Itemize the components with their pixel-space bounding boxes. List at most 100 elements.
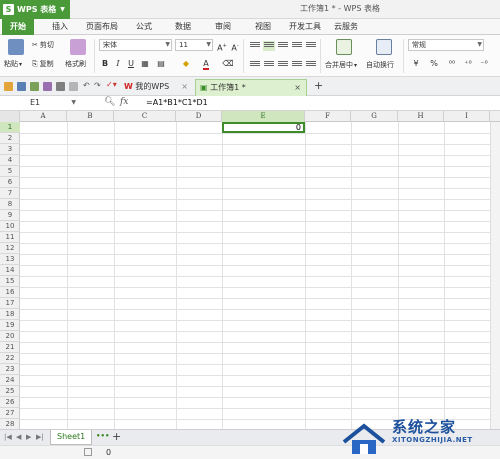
active-cell-e1[interactable]: 0: [222, 122, 305, 133]
italic-button[interactable]: I: [112, 58, 124, 70]
row-header[interactable]: 10: [0, 221, 20, 232]
row-header[interactable]: 3: [0, 144, 20, 155]
bold-button[interactable]: B: [99, 58, 111, 70]
font-color-button[interactable]: A: [200, 58, 212, 70]
row-header[interactable]: 15: [0, 276, 20, 287]
row-header[interactable]: 14: [0, 265, 20, 276]
row-header[interactable]: 23: [0, 364, 20, 375]
row-header-selected[interactable]: 1: [0, 122, 20, 133]
copy-button[interactable]: ⎘ 复制: [32, 59, 54, 69]
grow-font-button[interactable]: A+: [216, 40, 228, 53]
shrink-font-button[interactable]: A-: [229, 40, 241, 53]
column-header[interactable]: B: [67, 111, 114, 122]
tab-view[interactable]: 视图: [247, 19, 279, 35]
tab-insert[interactable]: 插入: [44, 19, 76, 35]
borders-icon[interactable]: ▦: [139, 58, 151, 70]
row-header[interactable]: 6: [0, 177, 20, 188]
app-menu-button[interactable]: S WPS 表格 ▼: [0, 0, 70, 19]
merge-center-icon[interactable]: [336, 39, 352, 55]
tab-page-layout[interactable]: 页面布局: [78, 19, 126, 35]
underline-button[interactable]: U: [125, 58, 137, 70]
tab-my-wps[interactable]: W 我的WPS ×: [120, 79, 194, 96]
indent-decrease-icon[interactable]: [291, 41, 303, 51]
add-sheet-button[interactable]: +: [112, 430, 121, 443]
increase-decimal-icon[interactable]: ⁺⁰: [462, 58, 474, 70]
justify-icon[interactable]: [291, 60, 303, 70]
worksheet-grid[interactable]: A B C D E F G H I 1 2 3 4 5 6 7 8 9 10 11 12 13 14 15 1…: [0, 111, 500, 429]
column-header[interactable]: I: [444, 111, 490, 122]
more-sheets-icon[interactable]: •••: [96, 432, 109, 440]
row-header[interactable]: 21: [0, 342, 20, 353]
wrap-text-button[interactable]: 自动换行: [366, 60, 394, 70]
formula-input[interactable]: =A1*B1*C1*D1: [146, 98, 208, 107]
column-header[interactable]: F: [305, 111, 351, 122]
cut-button[interactable]: ✂ 剪切: [32, 40, 54, 50]
tab-cloud-service[interactable]: 云服务: [326, 19, 366, 35]
column-header[interactable]: A: [20, 111, 67, 122]
indent-increase-icon[interactable]: [305, 41, 317, 51]
number-format-combo[interactable]: 常规 ▼: [408, 39, 484, 51]
tab-review[interactable]: 审阅: [207, 19, 239, 35]
find-icon[interactable]: [69, 82, 78, 91]
row-header[interactable]: 17: [0, 298, 20, 309]
row-header[interactable]: 4: [0, 155, 20, 166]
align-left-icon[interactable]: [249, 60, 261, 70]
row-header[interactable]: 7: [0, 188, 20, 199]
vertical-scrollbar[interactable]: [490, 122, 500, 429]
format-painter-button[interactable]: 格式刷: [65, 59, 86, 69]
open-folder-icon[interactable]: [4, 82, 13, 91]
row-header[interactable]: 24: [0, 375, 20, 386]
column-header[interactable]: D: [176, 111, 222, 122]
align-bottom-icon[interactable]: [277, 41, 289, 51]
merge-borders-icon[interactable]: ▤: [155, 58, 167, 70]
wrap-text-icon[interactable]: [376, 39, 392, 55]
distributed-icon[interactable]: [305, 60, 317, 70]
font-name-combo[interactable]: 宋体 ▼: [99, 39, 172, 51]
row-header[interactable]: 22: [0, 353, 20, 364]
align-center-icon[interactable]: [263, 60, 275, 70]
row-header[interactable]: 27: [0, 408, 20, 419]
merge-center-button[interactable]: 合并居中 ▾: [325, 60, 357, 70]
save-icon[interactable]: [17, 82, 26, 91]
format-painter-icon[interactable]: [70, 39, 86, 55]
row-header[interactable]: 20: [0, 331, 20, 342]
tab-home[interactable]: 开始: [2, 19, 34, 35]
sheet-tab-sheet1[interactable]: Sheet1: [50, 430, 93, 445]
row-header[interactable]: 16: [0, 287, 20, 298]
percent-button[interactable]: %: [428, 58, 440, 70]
row-header[interactable]: 11: [0, 232, 20, 243]
select-all-corner[interactable]: [0, 111, 20, 122]
paste-icon[interactable]: [8, 39, 24, 55]
align-middle-icon[interactable]: [263, 41, 275, 51]
redo-icon[interactable]: ↷: [94, 81, 101, 90]
last-sheet-icon[interactable]: ▶|: [36, 433, 44, 441]
close-icon[interactable]: ×: [181, 79, 188, 95]
row-header[interactable]: 25: [0, 386, 20, 397]
row-header[interactable]: 2: [0, 133, 20, 144]
name-box[interactable]: E1 ▼: [2, 97, 78, 109]
close-icon[interactable]: ×: [294, 80, 301, 96]
clear-format-icon[interactable]: ⌫: [222, 58, 234, 70]
tab-developer[interactable]: 开发工具: [281, 19, 329, 35]
decrease-decimal-icon[interactable]: ⁻⁰: [478, 58, 490, 70]
fx-button[interactable]: fx: [120, 97, 128, 107]
row-header[interactable]: 18: [0, 309, 20, 320]
prev-sheet-icon[interactable]: ◀: [16, 433, 21, 441]
column-header[interactable]: H: [398, 111, 444, 122]
row-header[interactable]: 9: [0, 210, 20, 221]
zoom-icon[interactable]: 🔍︎: [104, 97, 115, 107]
column-header-selected[interactable]: E: [222, 111, 305, 122]
align-right-icon[interactable]: [277, 60, 289, 70]
column-header[interactable]: G: [351, 111, 398, 122]
row-header[interactable]: 19: [0, 320, 20, 331]
tab-data[interactable]: 数据: [167, 19, 199, 35]
fill-color-icon[interactable]: ◆: [180, 58, 192, 70]
paste-button[interactable]: 粘贴 ▾: [4, 59, 22, 69]
print-preview-icon[interactable]: [30, 82, 39, 91]
web-icon[interactable]: [43, 82, 52, 91]
tab-workbook1[interactable]: ▣ 工作簿1 * ×: [195, 79, 307, 96]
align-top-icon[interactable]: [249, 41, 261, 51]
row-header[interactable]: 5: [0, 166, 20, 177]
thousands-icon[interactable]: ⁰⁰: [446, 58, 458, 70]
print-icon[interactable]: [56, 82, 65, 91]
